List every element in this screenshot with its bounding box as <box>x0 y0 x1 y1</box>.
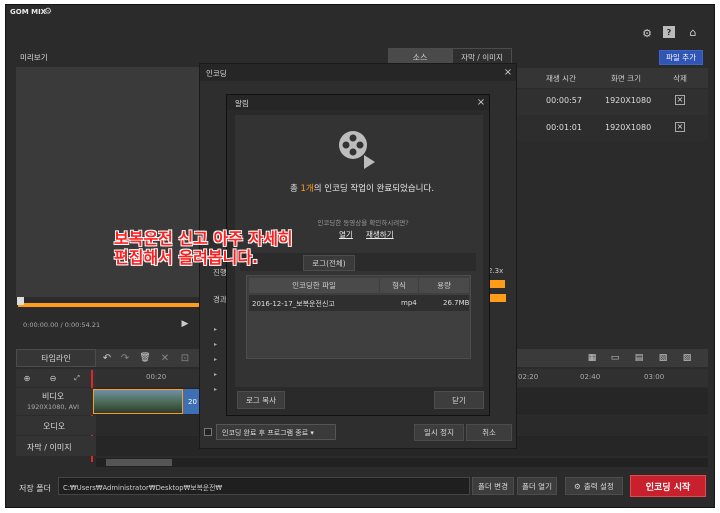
open-link[interactable]: 열기 <box>339 229 353 240</box>
row-resolution: 1920X1080 <box>605 123 652 132</box>
col-delete: 삭제 <box>673 73 687 83</box>
zoom-in-icon[interactable]: ⊕ <box>20 371 34 385</box>
film-icon[interactable]: ▦ <box>584 351 600 365</box>
capture-icon[interactable]: ▨ <box>679 351 695 365</box>
auto-exit-label: 인코딩 완료 후 프로그램 종료 <box>222 429 309 437</box>
auto-exit-dropdown[interactable]: 인코딩 완료 후 프로그램 종료 ▾ <box>216 424 336 440</box>
timeline-scrollbar[interactable] <box>96 458 708 467</box>
log-size: 26.7MB <box>443 299 470 307</box>
col-size: 용량 <box>419 278 469 293</box>
close-icon[interactable]: × <box>502 66 514 78</box>
tick-label: 03:00 <box>644 373 665 381</box>
video-clip-thumbnail[interactable] <box>93 389 183 414</box>
job-count: 1개 <box>300 184 314 194</box>
folder-icon[interactable]: ▭ <box>607 351 623 365</box>
player-time: 0:00:00.00 / 0:00:54.21 <box>23 321 101 329</box>
fit-icon[interactable]: ⤢ <box>70 371 84 385</box>
scrollbar-thumb[interactable] <box>106 459 172 466</box>
home-icon[interactable]: ⌂ <box>686 25 700 39</box>
play-icon[interactable]: ▶ <box>180 319 190 329</box>
col-resolution: 화면 크기 <box>611 73 641 83</box>
message-suffix: 의 인코딩 작업이 완료되었습니다. <box>313 184 435 194</box>
help-icon[interactable]: ? <box>663 26 675 38</box>
delete-icon[interactable]: × <box>675 122 685 132</box>
overlay-caption: 보복운전 신고 아주 자세히 편집해서 올려봅니다. <box>114 229 293 267</box>
save-folder-label: 저장 폴더 <box>19 484 51 493</box>
track-video-label: 비디오 <box>42 392 65 401</box>
notice-titlebar <box>227 95 489 110</box>
split-icon[interactable]: ⊡ <box>178 351 192 365</box>
overlay-line-2: 편집해서 올려봅니다. <box>114 248 259 267</box>
auto-exit-checkbox[interactable] <box>204 428 212 436</box>
copy-log-button[interactable]: 로그 복사 <box>237 391 285 409</box>
col-format: 형식 <box>380 278 418 293</box>
track-audio-label: 오디오 <box>43 422 66 431</box>
app-logo: GOM MIX <box>10 8 47 16</box>
encoding-title: 인코딩 <box>206 69 227 78</box>
completion-message: 총 1개의 인코딩 작업이 완료되었습니다. <box>267 182 457 194</box>
chevron-down-icon: ▾ <box>310 429 314 437</box>
log-format: mp4 <box>401 299 417 307</box>
output-settings-label: 출력 설정 <box>583 481 614 491</box>
elapsed-label: 경과 <box>213 295 227 304</box>
row-duration: 00:00:57 <box>546 96 582 105</box>
output-settings-button[interactable]: ⚙ 출력 설정 <box>565 477 623 495</box>
bullet-list: ▸ ▸ ▸ ▸ ▸ <box>214 326 218 393</box>
start-encoding-button[interactable]: 인코딩 시작 <box>630 475 706 497</box>
row-resolution: 1920X1080 <box>605 96 652 105</box>
overlay-line-1: 보복운전 신고 아주 자세히 <box>114 229 293 248</box>
message-prefix: 총 <box>289 184 301 194</box>
row-duration: 00:01:01 <box>546 123 582 132</box>
delete-icon[interactable]: × <box>675 95 685 105</box>
save-path-field[interactable]: C:₩Users₩Administrator₩Desktop₩보복운전₩ <box>58 477 470 495</box>
cancel-button[interactable]: 취소 <box>466 424 512 441</box>
cut-icon[interactable]: ✕ <box>158 351 172 365</box>
add-file-button[interactable]: 파일 추가 <box>659 50 703 65</box>
progress-label: 진행 <box>213 268 227 277</box>
tick-label: 02:40 <box>580 373 601 381</box>
settings-gear-icon: ⚙ <box>574 481 581 491</box>
check-question: 인코딩한 동영상을 확인하시려면? <box>317 219 409 227</box>
speed-text: 2.3x <box>488 267 504 275</box>
redo-icon[interactable]: ↷ <box>118 351 132 365</box>
clip-label: 20 <box>188 398 197 406</box>
col-duration: 재생 시간 <box>546 73 576 83</box>
film-reel-icon <box>339 131 375 169</box>
track-video-info: 1920X1080, AVI <box>27 403 80 411</box>
change-folder-button[interactable]: 폴더 변경 <box>472 477 514 495</box>
gear-icon[interactable]: ⚙ <box>640 26 654 40</box>
tab-log-all[interactable]: 로그(전체) <box>303 255 355 271</box>
play-link[interactable]: 재생하기 <box>366 229 394 240</box>
seek-handle[interactable] <box>17 297 24 305</box>
close-button[interactable]: 닫기 <box>434 391 484 409</box>
export-icon[interactable]: ▧ <box>655 351 671 365</box>
save-icon[interactable]: ▤ <box>631 351 647 365</box>
trash-icon[interactable]: 🗑 <box>138 351 152 365</box>
notice-title: 알림 <box>235 99 249 108</box>
open-folder-button[interactable]: 폴더 열기 <box>517 477 557 495</box>
undo-icon[interactable]: ↶ <box>100 351 114 365</box>
track-subtitle-label: 자막 / 이미지 <box>27 443 72 452</box>
zoom-out-icon[interactable]: ⊖ <box>46 371 60 385</box>
preview-label: 미리보기 <box>20 53 48 62</box>
col-encoded-file: 인코딩한 파일 <box>249 278 379 293</box>
settings-gear-icon[interactable]: ⚙ <box>43 7 53 17</box>
log-file-name: 2016-12-17_보복운전신고 <box>252 300 335 308</box>
close-icon[interactable]: × <box>475 96 487 108</box>
timeline-title: 타임라인 <box>16 349 96 367</box>
pause-button[interactable]: 일시 정지 <box>414 424 464 441</box>
tick-label: 00:20 <box>146 373 167 381</box>
tick-label: 02:20 <box>518 373 539 381</box>
encoding-titlebar <box>200 64 516 81</box>
